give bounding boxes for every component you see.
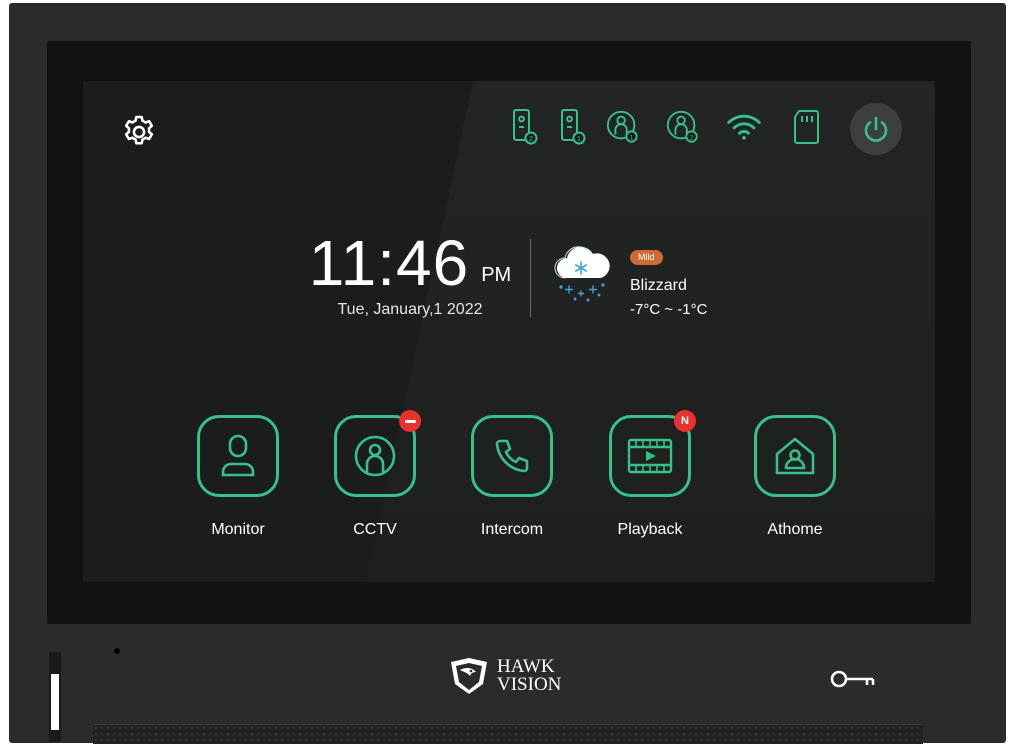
intercom-label: Intercom [480, 521, 544, 538]
monitor-button[interactable] [197, 415, 279, 497]
cctv-label: CCTV [353, 521, 397, 538]
playback-button[interactable]: N [609, 410, 696, 497]
camera-2-icon[interactable]: 2 [665, 107, 701, 147]
hawk-shield-icon [451, 658, 487, 694]
svg-text:1: 1 [630, 134, 634, 141]
brand-logo: HAWK VISION [447, 656, 561, 696]
intercom-button[interactable] [471, 415, 553, 497]
app-playback[interactable]: N Playback [590, 410, 710, 539]
indicator-light [51, 674, 59, 730]
playback-label: Playback [617, 521, 683, 538]
speaker-grille [93, 724, 923, 744]
settings-gear-icon[interactable] [118, 111, 160, 153]
svg-text:2: 2 [529, 136, 533, 143]
athome-button[interactable] [754, 415, 836, 497]
door-station-1-icon[interactable]: 2 [507, 107, 543, 147]
cctv-button[interactable] [334, 410, 421, 497]
app-intercom[interactable]: Intercom [452, 415, 572, 539]
app-monitor[interactable]: Monitor [178, 415, 298, 539]
playback-new-badge: N [674, 410, 696, 432]
camera-1-icon[interactable]: 1 [605, 107, 641, 147]
clock-ampm: PM [481, 264, 512, 286]
weather-badge: Mild [630, 250, 663, 265]
snow-cloud-icon [551, 236, 615, 304]
weather-temperature-range: -7°C ~ -1°C [630, 301, 708, 318]
clock-date: Tue, January,1 2022 [337, 301, 483, 318]
svg-text:1: 1 [577, 136, 581, 143]
power-icon[interactable] [850, 103, 902, 155]
intercom-device: 2 1 1 2 11:46 PM Tue, January,1 2022 Mil… [9, 3, 1006, 744]
svg-text:2: 2 [690, 134, 694, 141]
microphone-hole [114, 648, 120, 654]
brand-line-2: VISION [497, 674, 562, 695]
home-screen: 2 1 1 2 11:46 PM Tue, January,1 2022 Mil… [83, 81, 935, 582]
app-cctv[interactable]: CCTV [315, 410, 435, 539]
app-athome[interactable]: Athome [735, 415, 855, 539]
clock-widget: 11:46 PM Tue, January,1 2022 [305, 231, 515, 319]
device-lower-panel: HAWK VISION [9, 624, 1006, 744]
monitor-label: Monitor [211, 521, 265, 538]
clock-weather-divider [530, 239, 531, 317]
screen-bezel: 2 1 1 2 11:46 PM Tue, January,1 2022 Mil… [47, 41, 971, 624]
door-station-2-icon[interactable]: 1 [555, 107, 591, 147]
athome-label: Athome [767, 521, 823, 538]
wifi-icon[interactable] [726, 107, 762, 147]
cctv-error-badge [399, 410, 421, 432]
weather-condition: Blizzard [630, 277, 687, 294]
unlock-key-icon[interactable] [829, 668, 877, 690]
clock-time: 11:46 [308, 227, 470, 299]
sd-card-icon[interactable] [789, 107, 825, 147]
